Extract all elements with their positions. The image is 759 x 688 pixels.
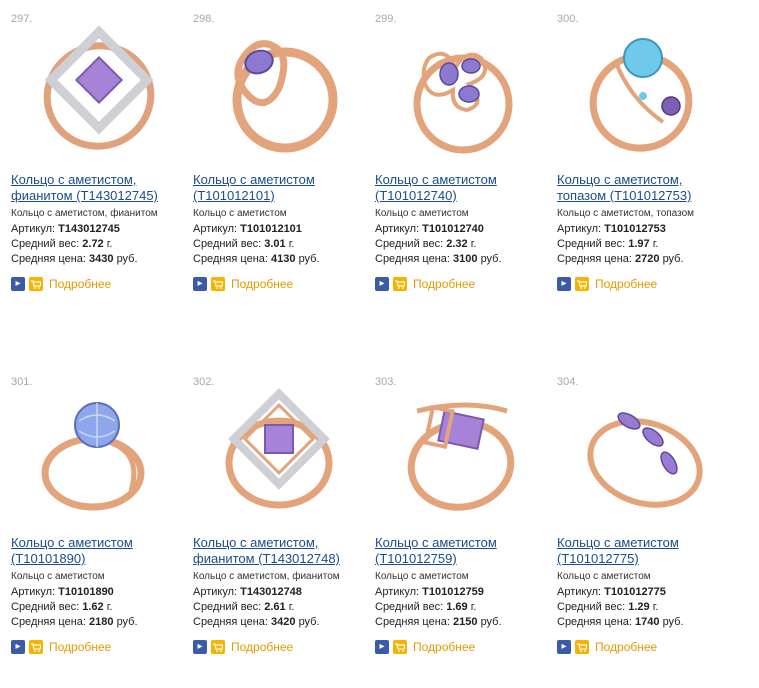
product-description: Кольцо с аметистом, топазом [557,208,695,219]
product-article: Артикул: Т143012748 [193,586,302,598]
product-title-link[interactable]: Кольцо с аметистом, фианитом (Т143012745… [11,172,189,204]
arrow-right-icon[interactable]: ▸ [193,640,207,654]
product-actions: ▸ Подробнее [375,639,475,655]
cart-icon[interactable] [393,277,407,291]
product-actions: ▸ Подробнее [193,276,293,292]
ring-image[interactable] [559,18,729,158]
ring-amethyst-cz-geometric-icon [225,388,333,509]
product-price: Средняя цена: 2150 руб. [375,616,502,628]
arrow-right-icon[interactable]: ▸ [557,277,571,291]
product-weight: Средний вес: 1.29 г. [557,601,659,613]
ring-amethyst-rectangle-icon [407,402,515,511]
product-actions: ▸ Подробнее [557,276,657,292]
product-actions: ▸ Подробнее [11,276,111,292]
product-description: Кольцо с аметистом [375,208,469,219]
product-price: Средняя цена: 3430 руб. [11,253,138,265]
ring-image[interactable] [195,18,365,158]
more-details-link[interactable]: Подробнее [231,640,293,654]
more-details-link[interactable]: Подробнее [413,277,475,291]
product-actions: ▸ Подробнее [375,276,475,292]
product-article: Артикул: Т143012745 [11,223,120,235]
product-weight: Средний вес: 3.01 г. [193,238,295,250]
more-details-link[interactable]: Подробнее [595,277,657,291]
product-price: Средняя цена: 2720 руб. [557,253,684,265]
cart-icon[interactable] [211,640,225,654]
product-description: Кольцо с аметистом, фианитом [11,208,158,219]
ring-image[interactable] [13,381,183,521]
cart-icon[interactable] [211,277,225,291]
product-description: Кольцо с аметистом, фианитом [193,571,340,582]
product-weight: Средний вес: 2.72 г. [11,238,113,250]
ring-image[interactable] [195,381,365,521]
product-actions: ▸ Подробнее [11,639,111,655]
product-article: Артикул: Т101012753 [557,223,666,235]
ring-amethyst-sphere-icon [41,402,145,511]
product-price: Средняя цена: 4130 руб. [193,253,320,265]
product-price: Средняя цена: 3420 руб. [193,616,320,628]
arrow-right-icon[interactable]: ▸ [11,277,25,291]
ring-topaz-amethyst-icon [589,38,693,152]
more-details-link[interactable]: Подробнее [595,640,657,654]
product-title-link[interactable]: Кольцо с аметистом (Т10101890) [11,535,189,567]
ring-image[interactable] [559,381,729,521]
product-weight: Средний вес: 2.32 г. [375,238,477,250]
arrow-right-icon[interactable]: ▸ [375,640,389,654]
product-description: Кольцо с аметистом [375,571,469,582]
product-weight: Средний вес: 1.62 г. [11,601,113,613]
cart-icon[interactable] [393,640,407,654]
product-title-link[interactable]: Кольцо с аметистом (Т101012101) [193,172,371,204]
product-price: Средняя цена: 3100 руб. [375,253,502,265]
product-description: Кольцо с аметистом [193,208,287,219]
product-description: Кольцо с аметистом [557,571,651,582]
arrow-right-icon[interactable]: ▸ [557,640,571,654]
product-weight: Средний вес: 1.69 г. [375,601,477,613]
more-details-link[interactable]: Подробнее [413,640,475,654]
product-actions: ▸ Подробнее [557,639,657,655]
ring-amethyst-oval-icon [232,40,338,153]
product-article: Артикул: Т101012740 [375,223,484,235]
more-details-link[interactable]: Подробнее [49,277,111,291]
ring-image[interactable] [13,18,183,158]
ring-amethyst-three-stone-icon [587,412,703,508]
product-title-link[interactable]: Кольцо с аметистом, топазом (Т101012753) [557,172,735,204]
cart-icon[interactable] [29,640,43,654]
product-price: Средняя цена: 1740 руб. [557,616,684,628]
product-article: Артикул: Т10101890 [11,586,114,598]
product-description: Кольцо с аметистом [11,571,105,582]
arrow-right-icon[interactable]: ▸ [375,277,389,291]
product-article: Артикул: Т101012759 [375,586,484,598]
cart-icon[interactable] [575,277,589,291]
more-details-link[interactable]: Подробнее [231,277,293,291]
product-title-link[interactable]: Кольцо с аметистом (Т101012759) [375,535,553,567]
product-price: Средняя цена: 2180 руб. [11,616,138,628]
product-title-link[interactable]: Кольцо с аметистом, фианитом (Т143012748… [193,535,371,567]
ring-image[interactable] [377,381,547,521]
more-details-link[interactable]: Подробнее [49,640,111,654]
ring-amethyst-flower-icon [413,51,513,154]
ring-amethyst-cz-square-icon [43,25,155,150]
cart-icon[interactable] [29,277,43,291]
product-title-link[interactable]: Кольцо с аметистом (Т101012775) [557,535,735,567]
product-title-link[interactable]: Кольцо с аметистом (Т101012740) [375,172,553,204]
product-weight: Средний вес: 2.61 г. [193,601,295,613]
cart-icon[interactable] [575,640,589,654]
arrow-right-icon[interactable]: ▸ [193,277,207,291]
product-weight: Средний вес: 1.97 г. [557,238,659,250]
product-actions: ▸ Подробнее [193,639,293,655]
arrow-right-icon[interactable]: ▸ [11,640,25,654]
ring-image[interactable] [377,18,547,158]
product-article: Артикул: Т101012101 [193,223,302,235]
product-article: Артикул: Т101012775 [557,586,666,598]
